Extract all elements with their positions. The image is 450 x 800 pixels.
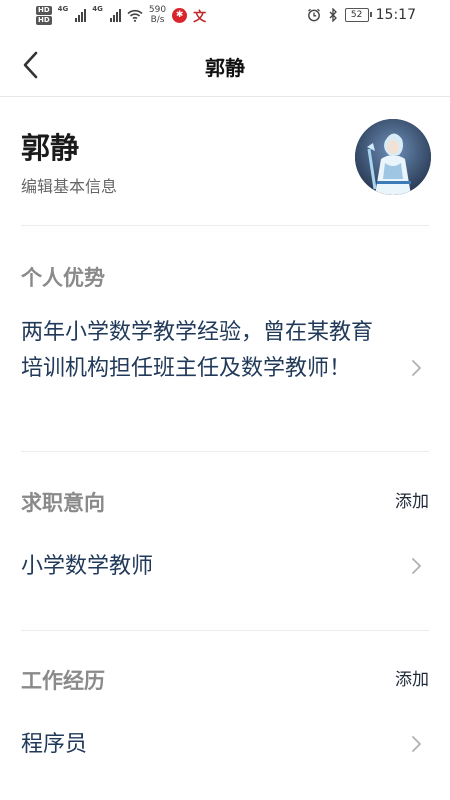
page-title: 郭静 xyxy=(205,56,245,80)
battery-icon: 52 xyxy=(344,8,372,22)
network-speed-value: 590 xyxy=(148,5,167,15)
nav-bar: 郭静 xyxy=(0,34,450,97)
avatar[interactable] xyxy=(355,119,431,195)
network-type-label: 4G xyxy=(57,5,69,13)
status-right: 52 15:17 xyxy=(307,7,416,23)
section-title-experience: 工作经历 xyxy=(21,669,105,693)
status-left: HD HD 4G 4G 590 B/s ✱ 文 xyxy=(36,5,206,25)
chevron-right-icon xyxy=(412,736,421,752)
app-notification-icon: ✱ xyxy=(172,7,188,23)
wifi-icon xyxy=(127,9,143,22)
divider xyxy=(21,225,429,226)
profile-name: 郭静 xyxy=(21,131,80,165)
profile-header[interactable]: 郭静 编辑基本信息 xyxy=(0,115,450,227)
add-intention-button[interactable]: 添加 xyxy=(395,487,429,512)
divider xyxy=(21,630,429,631)
avatar-image xyxy=(355,119,431,195)
network-speed-unit: B/s xyxy=(150,15,165,25)
network-type-label: 4G xyxy=(92,5,103,13)
section-title-intention: 求职意向 xyxy=(21,491,105,515)
chevron-right-icon xyxy=(412,360,421,376)
section-title-advantage: 个人优势 xyxy=(21,266,105,290)
alarm-icon xyxy=(307,8,320,22)
network-speed: 590 B/s xyxy=(149,5,166,25)
hd-badge: HD xyxy=(36,15,52,25)
app-notification-icon: 文 xyxy=(193,9,207,25)
experience-row[interactable]: 程序员 xyxy=(21,727,429,763)
bluetooth-icon xyxy=(329,8,337,22)
hd-indicator: HD HD xyxy=(36,5,52,25)
chevron-right-icon xyxy=(412,558,421,574)
clock-time: 15:17 xyxy=(375,7,416,23)
edit-basic-info-link[interactable]: 编辑基本信息 xyxy=(21,173,117,197)
status-bar: HD HD 4G 4G 590 B/s ✱ 文 52 15:17 xyxy=(0,0,450,34)
hd-badge: HD xyxy=(36,5,52,15)
intention-row[interactable]: 小学数学教师 xyxy=(21,549,429,585)
add-experience-button[interactable]: 添加 xyxy=(395,665,429,690)
advantage-text: 两年小学数学教学经验，曾在某教育培训机构担任班主任及数学教师！ xyxy=(21,320,374,381)
advantage-row[interactable]: 两年小学数学教学经验，曾在某教育培训机构担任班主任及数学教师！ xyxy=(21,315,429,387)
experience-item: 程序员 xyxy=(21,732,88,757)
signal-icon xyxy=(75,8,87,22)
intention-item: 小学数学教师 xyxy=(21,554,154,579)
signal-icon xyxy=(109,8,121,22)
divider xyxy=(21,451,429,452)
